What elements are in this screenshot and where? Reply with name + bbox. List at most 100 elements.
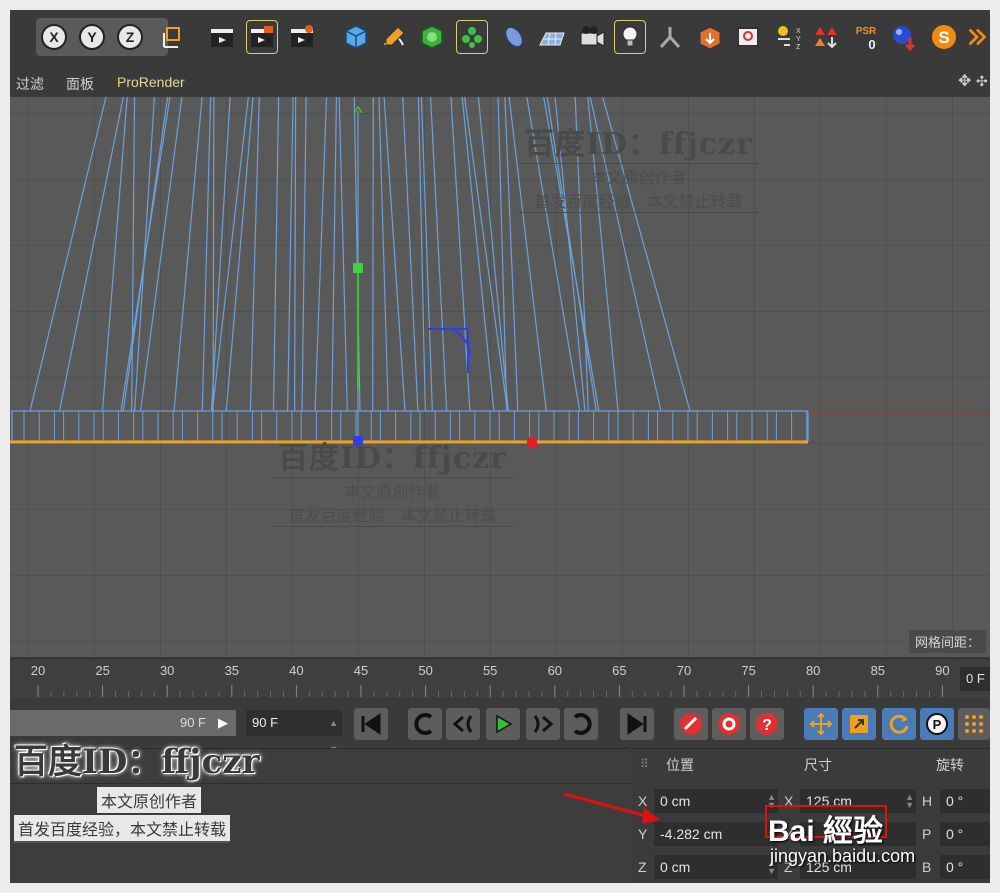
go-to-end-button[interactable] bbox=[620, 708, 654, 740]
wire-edge bbox=[417, 97, 426, 412]
camera-button[interactable] bbox=[576, 20, 608, 54]
position-y-label: Y bbox=[638, 826, 648, 842]
end-frame-field[interactable]: 90 F▲▼ bbox=[246, 710, 342, 754]
rotation-column-header: 旋转 bbox=[936, 757, 964, 773]
timeline-tick-label: 80 bbox=[806, 663, 820, 678]
sketch-button[interactable] bbox=[654, 20, 686, 54]
current-frame-field[interactable]: 0 F bbox=[960, 667, 990, 691]
parameter-key-button[interactable]: P bbox=[920, 708, 954, 740]
rotation-p-field[interactable]: 0 ° bbox=[940, 822, 990, 846]
next-frame-button[interactable] bbox=[526, 708, 560, 740]
timeline-ruler[interactable]: 20 25 30 35 40 45 50 55 60 65 70 75 80 85 90 0 F bbox=[10, 658, 990, 699]
rotation-b-field[interactable]: 0 ° bbox=[940, 855, 990, 879]
more-tools-button[interactable] bbox=[964, 20, 990, 54]
coordinate-system-icon bbox=[163, 27, 180, 48]
z-axis-icon: Z bbox=[117, 24, 143, 50]
render-view-button[interactable] bbox=[206, 20, 238, 54]
floor-icon bbox=[539, 32, 565, 46]
record-active-objects-button[interactable] bbox=[674, 708, 708, 740]
wire-edge bbox=[314, 97, 328, 412]
timeline-tick-label: 45 bbox=[354, 663, 368, 678]
rotation-h-field[interactable]: 0 ° bbox=[940, 789, 990, 813]
cube-primitive-button[interactable] bbox=[340, 20, 372, 54]
previous-frame-button[interactable] bbox=[446, 708, 480, 740]
play-icon bbox=[496, 714, 513, 734]
svg-text:0: 0 bbox=[868, 37, 875, 51]
pen-spline-button[interactable] bbox=[378, 20, 410, 54]
scroll-view-icon[interactable]: ✣ bbox=[976, 73, 988, 90]
rotation-key-button[interactable] bbox=[882, 708, 916, 740]
light-button[interactable] bbox=[614, 20, 646, 54]
position-z-field[interactable]: 0 cm ▲ ▼ bbox=[654, 855, 778, 879]
move-icon bbox=[809, 712, 833, 736]
go-to-start-button[interactable] bbox=[354, 708, 388, 740]
position-key-button[interactable] bbox=[804, 708, 838, 740]
warning-triangles-icon bbox=[815, 27, 837, 49]
timeline-tick-label: 30 bbox=[160, 663, 174, 678]
skip-start-icon bbox=[361, 713, 381, 735]
keyframe-selection-button[interactable]: ? bbox=[750, 708, 784, 740]
pen-icon bbox=[384, 26, 405, 46]
timeline-tick-label: 60 bbox=[548, 663, 562, 678]
menu-prorender[interactable]: ProRender bbox=[117, 74, 185, 90]
watermark-line2: 首发百度经验 本文禁止转载 bbox=[518, 188, 759, 213]
z-axis-lock-button[interactable]: Z bbox=[114, 20, 146, 54]
psr-reset-button[interactable]: PSR 0 bbox=[850, 20, 882, 54]
s-plugin-button[interactable]: S bbox=[928, 20, 960, 54]
texture-view-button[interactable] bbox=[732, 20, 764, 54]
x-axis-lock-button[interactable]: X bbox=[38, 20, 70, 54]
material-sphere-button[interactable] bbox=[888, 20, 920, 54]
x-axis-handle[interactable] bbox=[527, 437, 537, 447]
null-xyz-button[interactable]: XYZ bbox=[772, 20, 804, 54]
stepper-icon[interactable]: ▲▼ bbox=[905, 793, 914, 810]
cloner-button[interactable] bbox=[456, 20, 488, 54]
coordinate-system-button[interactable] bbox=[156, 20, 188, 54]
autokeying-button[interactable] bbox=[712, 708, 746, 740]
cloner-icon bbox=[462, 27, 482, 48]
wire-edge bbox=[430, 97, 448, 412]
play-button[interactable] bbox=[486, 708, 520, 740]
watermark-title: 百度ID：ffjczr bbox=[518, 119, 759, 164]
sketch-icon bbox=[659, 27, 681, 49]
menu-panel[interactable]: 面板 bbox=[66, 74, 94, 94]
point-level-button[interactable] bbox=[958, 708, 990, 740]
3d-viewport[interactable]: 百度ID：ffjczr 本文原创作者 首发百度经验 本文禁止转载 百度ID：ff… bbox=[10, 97, 990, 657]
subdivision-surface-button[interactable] bbox=[416, 20, 448, 54]
position-y-field[interactable]: -4.282 cm ▲ ▼ bbox=[654, 822, 778, 846]
position-x-field[interactable]: 0 cm ▲ ▼ bbox=[654, 789, 778, 813]
viewport-watermark-middle: 百度ID：ffjczr 本文原创作者 首发百度经验 本文禁止转载 bbox=[272, 433, 513, 527]
deformer-button[interactable] bbox=[498, 20, 530, 54]
scale-key-button[interactable] bbox=[842, 708, 876, 740]
next-key-icon bbox=[573, 713, 592, 735]
floor-environment-button[interactable] bbox=[536, 20, 568, 54]
menu-filter[interactable]: 过滤 bbox=[16, 74, 44, 94]
watermark-line2: 首发百度经验 本文禁止转载 bbox=[272, 502, 513, 527]
timeline-tick-label: 40 bbox=[289, 663, 303, 678]
warning-tools-button[interactable] bbox=[810, 20, 842, 54]
clapper-icon bbox=[211, 29, 233, 47]
svg-text:X: X bbox=[49, 29, 59, 45]
s-icon: S bbox=[932, 25, 956, 49]
watermark-line1: 本文原创作者 bbox=[344, 484, 441, 501]
render-to-picture-viewer-button[interactable] bbox=[246, 20, 278, 54]
wire-edge bbox=[372, 97, 374, 412]
plane-handle[interactable] bbox=[428, 328, 471, 373]
timeline-tick-label: 35 bbox=[225, 663, 239, 678]
watermark-line1: 本文原创作者 bbox=[590, 170, 687, 187]
move-view-icon[interactable]: ✥ bbox=[958, 71, 971, 91]
object-import-button[interactable] bbox=[694, 20, 726, 54]
y-axis-lock-button[interactable]: Y bbox=[76, 20, 108, 54]
render-settings-button[interactable] bbox=[286, 20, 318, 54]
watermark-line2: 首发百度经验，本文禁止转载 bbox=[14, 815, 231, 843]
previous-key-button[interactable] bbox=[408, 708, 442, 740]
x-axis-icon: X bbox=[41, 24, 67, 50]
next-key-button[interactable] bbox=[564, 708, 598, 740]
bottom-left-watermark: 百度ID：ffjczr 本文原创作者 首发百度经验，本文禁止转载 bbox=[14, 734, 284, 850]
scale-icon bbox=[850, 715, 868, 733]
y-axis-handle[interactable] bbox=[353, 263, 363, 273]
timeline-tick-label: 25 bbox=[95, 663, 109, 678]
wire-edge bbox=[58, 97, 124, 412]
rotation-h-value: 0 ° bbox=[946, 793, 964, 809]
preview-end-frame-field[interactable]: 90 F ▶ bbox=[10, 710, 236, 736]
viewport-scene bbox=[10, 97, 990, 447]
